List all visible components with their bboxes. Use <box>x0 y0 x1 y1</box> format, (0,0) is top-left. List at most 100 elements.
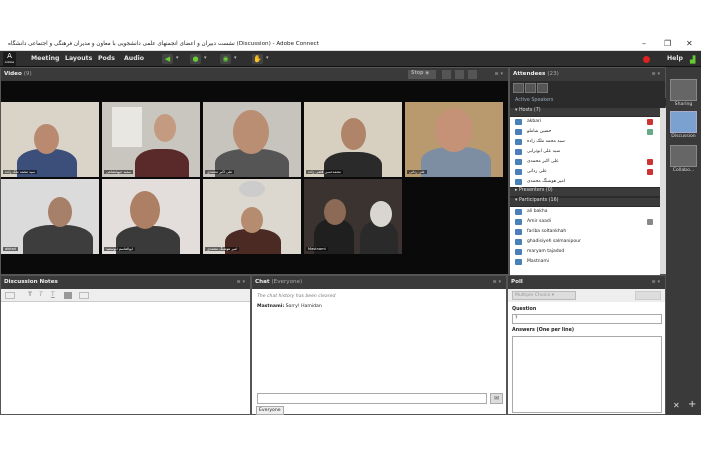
layout-discussion[interactable] <box>670 111 697 133</box>
raise-hand-icon[interactable]: ✋ <box>252 54 263 64</box>
underline-icon[interactable]: T <box>51 291 55 298</box>
list-item[interactable]: علی ردانی <box>510 167 660 177</box>
stop-video-button[interactable]: Stop ◉ <box>408 70 436 79</box>
menu-meeting[interactable]: Meeting <box>31 55 59 62</box>
active-speakers-label: Active Speakers <box>510 98 667 106</box>
tab-everyone[interactable]: Everyone <box>256 406 284 415</box>
connection-bars-icon: ▟ <box>690 56 696 64</box>
poll-open-button[interactable] <box>635 291 661 300</box>
hosts-group-header[interactable]: ▾ Hosts (7) <box>510 108 667 116</box>
italic-icon[interactable]: T <box>39 291 43 298</box>
list-item[interactable]: Amir saadi <box>510 217 660 227</box>
breakout-view-icon[interactable] <box>525 83 536 93</box>
answers-field[interactable] <box>512 336 662 413</box>
video-tile[interactable]: محمدحسن قلمی زاده <box>304 102 402 177</box>
question-label: Question <box>512 307 537 312</box>
user-icon <box>515 229 522 235</box>
send-message-button[interactable]: ✉ <box>490 393 503 404</box>
list-item[interactable]: علی اکبر محمدی <box>510 157 660 167</box>
notes-text-area[interactable] <box>3 304 249 413</box>
poll-pod-header: Poll ≡ ▾ <box>508 276 665 289</box>
video-tile-name: akbari <box>3 247 19 251</box>
list-item[interactable]: maryam tajadod <box>510 247 660 257</box>
text-color-icon[interactable] <box>64 292 72 299</box>
list-item[interactable]: Mastnami <box>510 257 660 267</box>
list-item[interactable]: سید محمد ملک زاده <box>510 137 660 147</box>
list-item[interactable]: fariba soltankhah <box>510 227 660 237</box>
user-icon <box>515 219 522 225</box>
chat-pod-header: Chat (Everyone) ≡ ▾ <box>252 276 506 289</box>
presenters-group-header[interactable]: ▸ Presenters (0) <box>510 188 667 196</box>
video-tile[interactable]: Mastnami <box>304 179 402 254</box>
answers-label: Answers (One per line) <box>512 328 575 333</box>
video-tile[interactable]: امیر هوشنگ محمدی <box>203 179 301 254</box>
grid-view-icon[interactable] <box>442 70 451 79</box>
user-icon <box>515 139 522 145</box>
chat-pod-menu-icon[interactable]: ≡ ▾ <box>493 279 501 285</box>
video-tile[interactable]: akbari <box>1 179 99 254</box>
layout-sharing-label: Sharing <box>674 102 693 107</box>
user-icon <box>515 249 522 255</box>
microphone-icon[interactable]: ● <box>190 54 201 64</box>
list-item[interactable]: حسین شاملو <box>510 127 660 137</box>
minimize-button[interactable]: – <box>642 39 646 48</box>
notes-format-toolbar: T T T <box>1 289 250 302</box>
layout-settings-icon[interactable]: ✕ <box>673 401 680 410</box>
video-tile[interactable]: ابوالقاسم ابوسعید <box>102 179 200 254</box>
hosts-list: akbari حسین شاملو سید محمد ملک زاده سید … <box>510 117 660 187</box>
video-tile-name: امیر هوشنگ محمدی <box>205 247 240 251</box>
status-view-icon[interactable] <box>537 83 548 93</box>
menu-layouts[interactable]: Layouts <box>65 55 92 62</box>
meeting-stage: Video (9) Stop ◉ ≡ ▾ سید محمد ملک زاده س… <box>0 67 701 415</box>
bold-icon[interactable]: T <box>28 291 32 298</box>
close-button[interactable]: ✕ <box>686 39 693 48</box>
video-tile[interactable]: علی ردانی <box>405 102 503 177</box>
attendees-pod-menu-icon[interactable]: ≡ ▾ <box>652 71 660 77</box>
participants-group-header[interactable]: ▾ Participants (16) <box>510 198 667 206</box>
adobe-logo: A Adobe <box>3 52 16 66</box>
maximize-button[interactable]: ❐ <box>664 39 671 48</box>
list-item[interactable]: امیر هوشنگ محمدی <box>510 177 660 187</box>
video-tile[interactable]: سعید جیهانشاهی <box>102 102 200 177</box>
video-tile[interactable]: سید محمد ملک زاده <box>1 102 99 177</box>
user-icon <box>515 149 522 155</box>
status-icon <box>647 129 653 135</box>
menu-bar: A Adobe Meeting Layouts Pods Audio ◀ ▾ ● ▾ … <box>0 51 701 67</box>
layout-collaboration[interactable] <box>670 145 697 167</box>
attendees-pod: Attendees (23) ≡ ▾ Active Speakers ▾ Hos… <box>509 67 667 276</box>
video-pod-menu-icon[interactable]: ≡ ▾ <box>495 71 503 77</box>
video-tile[interactable]: علی اکبر محمدی <box>203 102 301 177</box>
poll-type-select[interactable]: Multiple Choice ▾ <box>512 291 576 300</box>
filmstrip-view-icon[interactable] <box>455 70 464 79</box>
chat-cleared-notice: The chat history has been cleared <box>257 294 336 299</box>
list-item[interactable]: سید علی ابوترابی <box>510 147 660 157</box>
list-view-icon[interactable] <box>513 83 524 93</box>
layout-discussion-label: Discussion <box>671 134 696 139</box>
webcam-icon[interactable]: ◉ <box>220 54 231 64</box>
layout-collaboration-label: Collabo... <box>672 168 695 173</box>
list-item[interactable]: ghadisiyeh salmanipour <box>510 237 660 247</box>
video-tile-name: Mastnami <box>306 247 328 251</box>
poll-toolbar: Multiple Choice ▾ <box>508 289 665 302</box>
user-icon <box>515 179 522 185</box>
add-layout-icon[interactable]: + <box>688 399 696 410</box>
notes-pod-menu-icon[interactable]: ≡ ▾ <box>237 279 245 285</box>
font-size-select[interactable] <box>5 292 15 299</box>
layout-sharing[interactable] <box>670 79 697 101</box>
question-field[interactable]: ? <box>512 314 662 324</box>
poll-pod-menu-icon[interactable]: ≡ ▾ <box>652 279 660 285</box>
user-icon <box>515 209 522 215</box>
menu-audio[interactable]: Audio <box>124 55 144 62</box>
list-item[interactable]: ali bakha <box>510 207 660 217</box>
speaker-icon[interactable]: ◀ <box>162 54 173 64</box>
list-item[interactable]: akbari <box>510 117 660 127</box>
chat-input[interactable] <box>257 393 487 404</box>
bullet-list-icon[interactable] <box>79 292 89 299</box>
user-icon <box>515 129 522 135</box>
recording-indicator-icon <box>643 56 650 63</box>
chat-message: Mastnami: Sorry! Hamidan <box>257 304 322 309</box>
menu-pods[interactable]: Pods <box>98 55 115 62</box>
user-icon <box>515 259 522 265</box>
menu-help[interactable]: Help <box>667 55 683 62</box>
fullscreen-icon[interactable] <box>468 70 477 79</box>
